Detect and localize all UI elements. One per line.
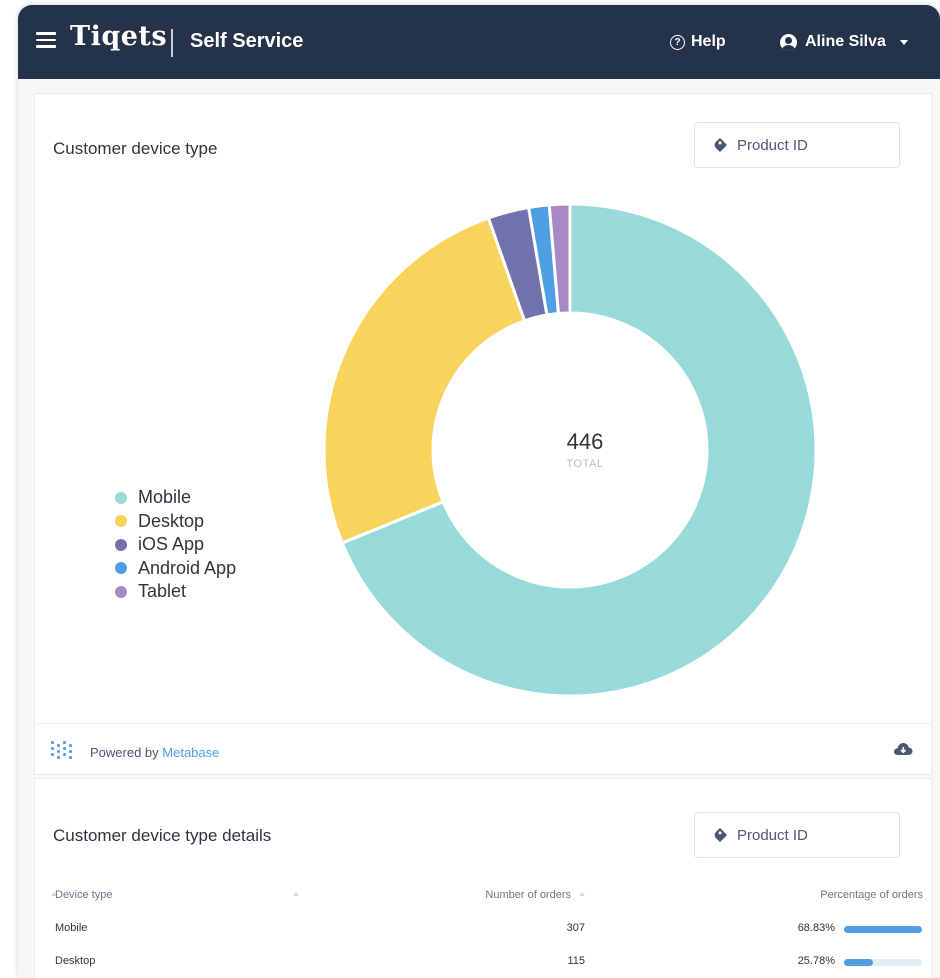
app-name: Self Service (190, 30, 304, 52)
legend-dot (115, 562, 127, 575)
percentage-bar-fill (844, 959, 874, 966)
column-header-orders[interactable]: Number of orders (385, 889, 585, 901)
powered-brand: Metabase (162, 745, 220, 760)
app-window: Tiqets Self Service ? Help Aline Silva C… (18, 5, 940, 978)
metabase-footer: Powered by Metabase (34, 723, 932, 775)
help-label: Help (691, 33, 726, 50)
legend-label: Tablet (138, 581, 187, 602)
sort-icon (579, 892, 585, 896)
download-icon[interactable] (893, 741, 913, 757)
legend-dot (115, 538, 127, 551)
chart-legend: Mobile Desktop iOS App Android App Table… (115, 486, 236, 604)
product-id-filter[interactable]: Product ID (694, 122, 900, 168)
table-row[interactable]: Mobile 307 68.83% (55, 922, 925, 955)
top-navigation-bar: Tiqets Self Service ? Help Aline Silva (18, 5, 940, 79)
filter-label: Product ID (737, 826, 808, 844)
cell-orders: 115 (567, 955, 585, 967)
help-link[interactable]: ? Help (670, 33, 726, 51)
legend-label: Android App (138, 557, 237, 578)
user-name: Aline Silva (805, 33, 886, 50)
legend-item-ios-app[interactable]: iOS App (115, 533, 236, 557)
user-avatar-icon (780, 33, 797, 51)
percentage-bar-fill (844, 926, 922, 933)
cell-device: Desktop (55, 955, 96, 967)
legend-item-tablet[interactable]: Tablet (115, 580, 236, 604)
cell-orders: 307 (566, 922, 585, 934)
table-row[interactable]: Desktop 115 25.78% (55, 955, 925, 978)
cell-device: Mobile (55, 922, 88, 934)
tag-icon (712, 137, 728, 153)
legend-item-mobile[interactable]: Mobile (115, 486, 236, 510)
card-title: Customer device type details (53, 826, 272, 845)
header-divider (171, 29, 173, 57)
device-details-card: Customer device type details Product ID … (34, 778, 932, 978)
tag-icon (712, 827, 728, 843)
legend-dot (115, 585, 127, 598)
percentage-bar-track (844, 926, 922, 933)
sort-icon (293, 892, 299, 896)
cell-percentage: 25.78% (797, 955, 835, 967)
column-header-orders-label: Number of orders (485, 889, 571, 901)
legend-item-android-app[interactable]: Android App (115, 557, 236, 581)
legend-label: Mobile (138, 487, 192, 508)
device-type-card: Customer device type Product ID 446 TOTA… (34, 93, 932, 727)
metabase-logo-icon[interactable] (51, 741, 73, 761)
donut-chart (322, 202, 818, 698)
column-header-device-type[interactable]: Device type (55, 889, 112, 901)
column-header-percentage[interactable]: Percentage of orders (695, 889, 923, 901)
tiqets-logo[interactable]: Tiqets (70, 21, 167, 52)
card-title: Customer device type (53, 139, 218, 158)
total-label: TOTAL (566, 458, 604, 470)
legend-label: iOS App (138, 534, 205, 555)
percentage-bar-track (844, 959, 922, 966)
powered-by-link[interactable]: Powered by Metabase (90, 745, 219, 760)
legend-label: Desktop (138, 510, 205, 531)
question-circle-icon: ? (670, 34, 685, 50)
product-id-filter[interactable]: Product ID (694, 812, 900, 858)
legend-dot (115, 491, 127, 504)
legend-item-desktop[interactable]: Desktop (115, 510, 236, 534)
filter-label: Product ID (737, 136, 808, 154)
cell-percentage: 68.83% (797, 922, 835, 934)
chevron-down-icon (899, 39, 908, 45)
donut-slice-desktop[interactable] (322, 216, 527, 545)
hamburger-menu-icon[interactable] (36, 32, 56, 48)
total-value: 446 (566, 429, 604, 454)
legend-dot (115, 515, 127, 528)
powered-prefix: Powered by (90, 745, 159, 760)
user-menu[interactable]: Aline Silva (780, 33, 908, 51)
table-header-row: Device type Number of orders Percentage … (51, 889, 925, 922)
